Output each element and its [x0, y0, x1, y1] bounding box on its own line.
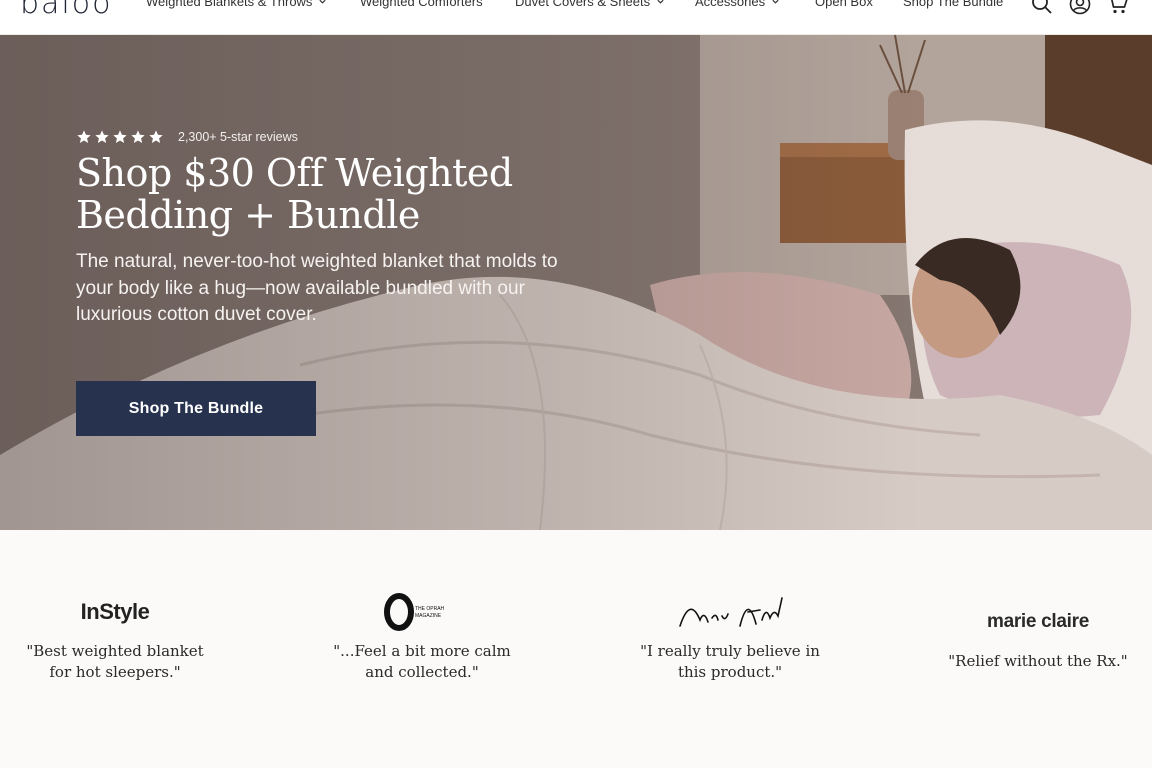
star-icon: [113, 130, 127, 143]
nav-item-shop-the-bundle[interactable]: Shop The Bundle: [903, 0, 1003, 9]
nav-item-weighted-comforters[interactable]: Weighted Comforters: [360, 0, 483, 9]
shop-the-bundle-button[interactable]: Shop The Bundle: [76, 381, 316, 436]
press-item-instyle: InStyle "Best weighted blanket for hot s…: [0, 590, 235, 683]
hero-banner: 2,300+ 5-star reviews Shop $30 Off Weigh…: [0, 35, 1152, 530]
hero-content: 2,300+ 5-star reviews Shop $30 Off Weigh…: [76, 128, 596, 329]
svg-text:THE OPRAH: THE OPRAH: [415, 606, 445, 612]
quote-line: "Relief without the Rx.": [948, 652, 1128, 670]
chevron-down-icon: [657, 0, 664, 4]
headline-line: Bedding + Bundle: [76, 193, 420, 237]
quote-line: "Best weighted blanket: [26, 642, 204, 660]
star-icon: [131, 130, 145, 143]
nav-item-label: Weighted Blankets & Throws: [146, 0, 313, 9]
header-icons: [1030, 0, 1130, 16]
hero-subcopy: The natural, never-too-hot weighted blan…: [76, 251, 558, 325]
oprah-magazine-logo: THE OPRAH MAGAZINE: [302, 590, 542, 634]
cart-icon[interactable]: [1106, 0, 1130, 16]
press-section: InStyle "Best weighted blanket for hot s…: [0, 530, 1152, 768]
account-icon[interactable]: [1068, 0, 1092, 16]
press-item-marie-claire: marie claire "Relief without the Rx.": [918, 600, 1152, 672]
star-icon: [95, 130, 109, 143]
nav-item-weighted-blankets[interactable]: Weighted Blankets & Throws: [146, 0, 327, 9]
nav-item-label: Open Box: [815, 0, 873, 9]
svg-text:MAGAZINE: MAGAZINE: [415, 613, 442, 619]
site-logo[interactable]: baloo: [20, 0, 112, 21]
search-icon[interactable]: [1030, 0, 1054, 16]
press-quote: "Best weighted blanket for hot sleepers.…: [0, 641, 235, 683]
nav-item-label: Duvet Covers & Sheets: [515, 0, 651, 9]
nav-item-open-box[interactable]: Open Box: [815, 0, 873, 9]
dave-asprey-signature: [610, 590, 850, 634]
chevron-down-icon: [319, 0, 327, 4]
hero-headline: Shop $30 Off Weighted Bedding + Bundle: [76, 152, 596, 236]
review-count[interactable]: 2,300+ 5-star reviews: [178, 130, 298, 144]
press-quote: "...Feel a bit more calm and collected.": [302, 641, 542, 683]
site-header: baloo Weighted Blankets & Throws Weighte…: [0, 0, 1152, 35]
quote-line: this product.": [677, 663, 783, 681]
quote-line: "I really truly believe in: [640, 642, 820, 660]
signature-mark: [679, 597, 783, 627]
press-item-oprah: THE OPRAH MAGAZINE "...Feel a bit more c…: [302, 590, 542, 683]
instyle-logo: InStyle: [80, 599, 150, 624]
quote-line: and collected.": [365, 663, 479, 681]
press-quote: "I really truly believe in this product.…: [610, 641, 850, 683]
star-icon: [149, 130, 163, 143]
nav-item-accessories[interactable]: Accessories: [695, 0, 780, 9]
nav-item-label: Shop The Bundle: [903, 0, 1004, 9]
quote-line: "...Feel a bit more calm: [333, 642, 511, 660]
nav-item-duvet-covers[interactable]: Duvet Covers & Sheets: [515, 0, 665, 9]
rating-row: 2,300+ 5-star reviews: [76, 128, 596, 146]
chevron-down-icon: [772, 0, 779, 4]
nav-item-label: Accessories: [695, 0, 766, 9]
oprah-logo-mark: THE OPRAH MAGAZINE: [384, 593, 445, 631]
headline-line: Shop $30 Off Weighted: [76, 151, 513, 195]
nav-item-label: Weighted Comforters: [360, 0, 483, 9]
quote-line: for hot sleepers.": [49, 663, 181, 681]
star-rating: [76, 129, 164, 145]
star-icon: [77, 130, 91, 143]
marie-claire-logo: marie claire: [986, 611, 1090, 632]
press-quote: "Relief without the Rx.": [918, 651, 1152, 672]
press-item-dave-asprey: "I really truly believe in this product.…: [610, 590, 850, 683]
